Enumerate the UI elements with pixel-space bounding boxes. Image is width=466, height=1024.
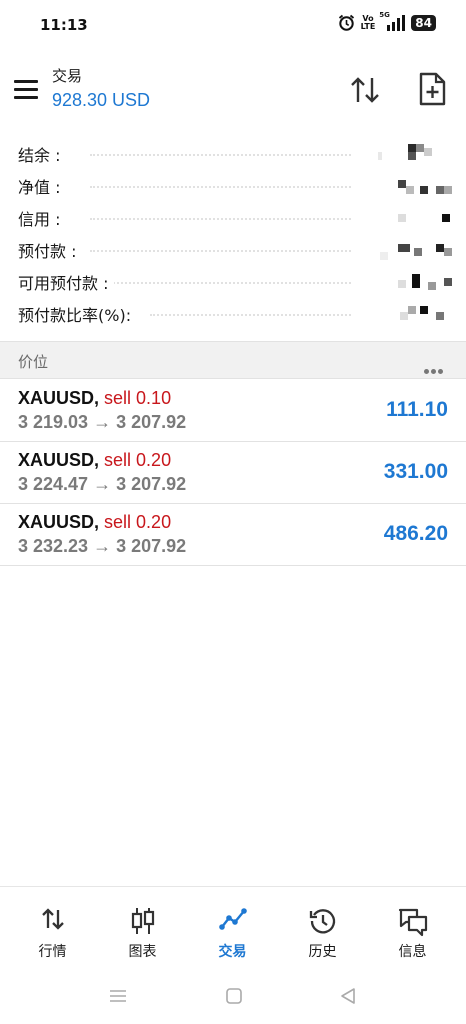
dot-leader (90, 250, 351, 252)
position-profit: 331.00 (383, 460, 448, 483)
positions-header: 价位 (0, 341, 466, 379)
more-options-icon[interactable] (424, 359, 446, 374)
status-time: 11:13 (40, 16, 88, 34)
account-summary: 结余 : 净值 : 信用 : 预付款 : 可用预付款 : 预付款比率(%): (0, 136, 466, 328)
position-row[interactable]: XAUUSD, sell 0.20 3 224.47 → 3 207.92 33… (0, 442, 466, 504)
menu-icon[interactable] (14, 80, 38, 100)
recent-apps-icon[interactable] (108, 986, 132, 1006)
nav-label: 信息 (398, 944, 427, 960)
dot-leader (90, 186, 351, 188)
nav-label: 历史 (308, 944, 337, 960)
nav-item-quotes[interactable]: 行情 (6, 887, 99, 975)
hidden-value (392, 272, 452, 290)
position-action: sell 0.20 (104, 512, 172, 532)
nav-label: 行情 (38, 944, 67, 960)
position-title: XAUUSD, sell 0.20 (18, 512, 171, 533)
dot-leader (150, 314, 351, 316)
nav-item-history[interactable]: 历史 (276, 887, 369, 975)
nav-item-trade[interactable]: 交易 (186, 887, 279, 975)
quotes-arrows-icon (41, 908, 64, 930)
hidden-value (378, 144, 452, 160)
nav-label: 图表 (128, 944, 157, 960)
account-balance: 928.30 USD (52, 90, 151, 110)
page-title: 交易 (52, 67, 83, 85)
trade-line-icon (218, 908, 247, 930)
position-profit: 486.20 (383, 522, 448, 545)
summary-row-margin-level: 预付款比率(%): (0, 296, 466, 328)
position-symbol: XAUUSD, (18, 450, 100, 470)
summary-row-equity: 净值 : (0, 168, 466, 200)
system-nav-bar (0, 978, 466, 1024)
bottom-nav: 行情 图表 交易 历史 信息 (0, 886, 466, 974)
nav-item-messages[interactable]: 信息 (366, 887, 459, 975)
position-row[interactable]: XAUUSD, sell 0.10 3 219.03 → 3 207.92 11… (0, 380, 466, 442)
position-profit: 111.10 (386, 398, 448, 421)
summary-label: 预付款 : (18, 238, 83, 262)
summary-label: 净值 : (18, 174, 67, 198)
candlestick-chart-icon (131, 908, 154, 934)
status-bar: 11:13 Vo LTE 5G 84 (0, 0, 466, 52)
nav-label: 交易 (218, 944, 247, 960)
volte-indicator: Vo LTE (360, 14, 376, 31)
hidden-value (380, 240, 452, 260)
back-icon[interactable] (338, 986, 362, 1006)
history-clock-icon (309, 909, 335, 934)
sort-arrows-icon[interactable] (349, 75, 381, 105)
hidden-value (392, 176, 452, 194)
position-title: XAUUSD, sell 0.20 (18, 450, 171, 471)
summary-label: 可用预付款 : (18, 270, 115, 294)
summary-label: 结余 : (18, 142, 67, 166)
position-symbol: XAUUSD, (18, 388, 100, 408)
summary-row-margin: 预付款 : (0, 232, 466, 264)
summary-label: 信用 : (18, 206, 67, 230)
new-order-icon[interactable] (418, 72, 446, 106)
summary-row-balance: 结余 : (0, 136, 466, 168)
summary-row-credit: 信用 : (0, 200, 466, 232)
summary-label: 预付款比率(%): (18, 302, 138, 326)
dot-leader (90, 282, 351, 284)
position-prices: 3 219.03 → 3 207.92 (18, 412, 187, 432)
alarm-icon (338, 14, 355, 31)
positions-list: XAUUSD, sell 0.10 3 219.03 → 3 207.92 11… (0, 380, 466, 566)
section-title: 价位 (18, 353, 49, 371)
position-title: XAUUSD, sell 0.10 (18, 388, 171, 409)
position-prices: 3 232.23 → 3 207.92 (18, 536, 187, 556)
position-prices: 3 224.47 → 3 207.92 (18, 474, 187, 494)
dot-leader (90, 154, 351, 156)
app-header: 交易 928.30 USD (0, 60, 466, 124)
hidden-value (392, 208, 452, 224)
signal-icon: 5G (379, 11, 406, 31)
messages-icon (398, 908, 427, 937)
network-type: 5G (379, 10, 390, 19)
position-symbol: XAUUSD, (18, 512, 100, 532)
volte-bottom: LTE (360, 21, 376, 31)
summary-row-free-margin: 可用预付款 : (0, 264, 466, 296)
nav-item-charts[interactable]: 图表 (96, 887, 189, 975)
position-action: sell 0.20 (104, 450, 172, 470)
position-action: sell 0.10 (104, 388, 172, 408)
status-icons: Vo LTE 5G 84 (338, 11, 436, 31)
position-row[interactable]: XAUUSD, sell 0.20 3 232.23 → 3 207.92 48… (0, 504, 466, 566)
battery-indicator: 84 (411, 14, 436, 31)
dot-leader (90, 218, 351, 220)
home-icon[interactable] (224, 986, 248, 1006)
hidden-value (392, 304, 452, 320)
